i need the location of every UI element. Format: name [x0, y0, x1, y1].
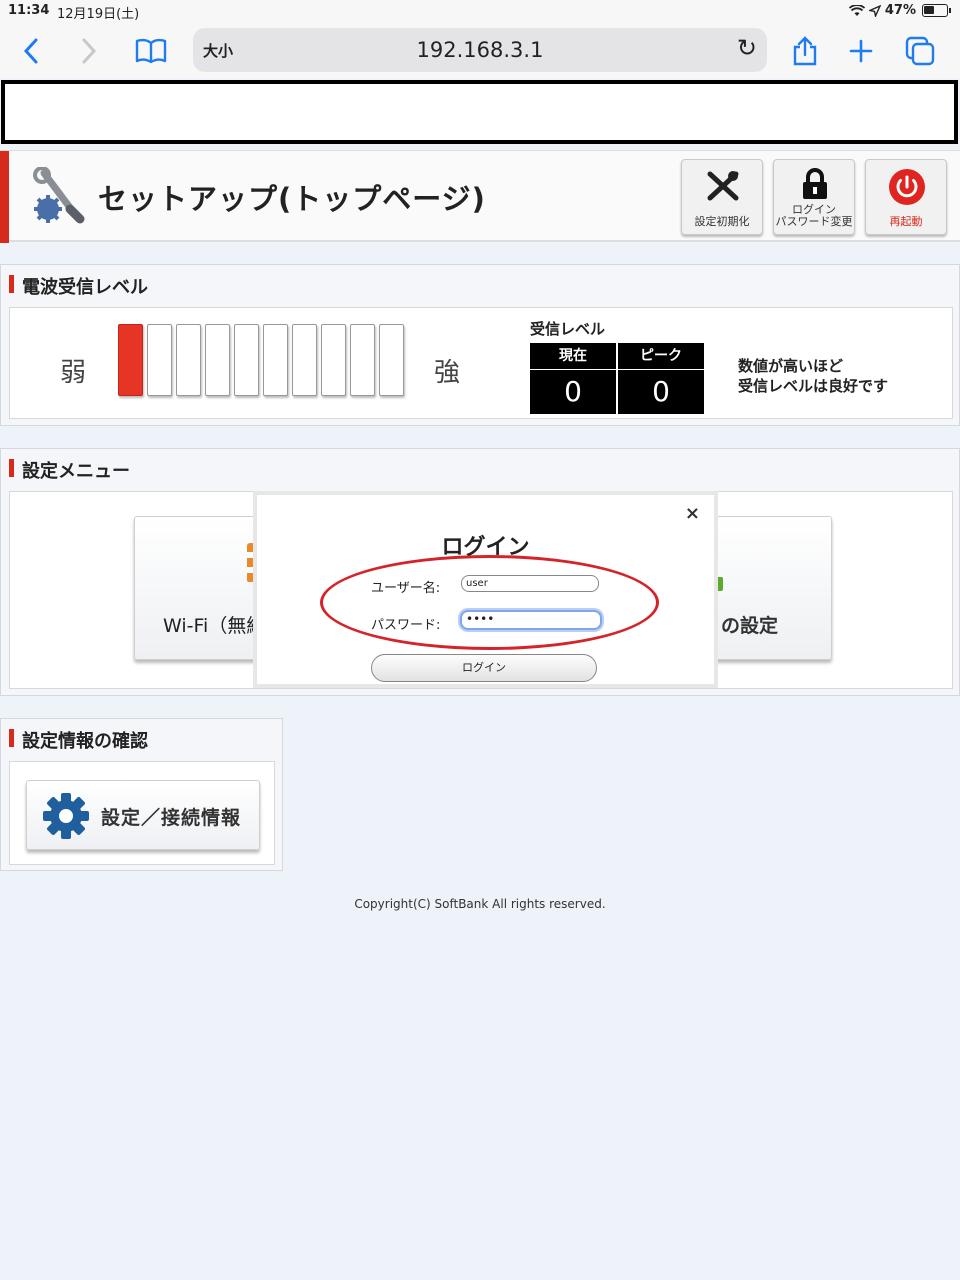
login-button[interactable]: ログイン: [371, 654, 597, 682]
status-date: 12月19日(土): [57, 7, 140, 22]
level-note-line2: 受信レベルは良好です: [738, 377, 889, 395]
url-text[interactable]: 192.168.3.1: [193, 38, 767, 62]
weak-label: 弱: [60, 358, 87, 388]
level-note-line1: 数値が高いほど: [738, 357, 844, 375]
reboot-label: 再起動: [889, 215, 923, 228]
peak-header: ピーク: [618, 343, 704, 369]
blank-banner: [1, 80, 958, 144]
status-right: 47%: [848, 3, 951, 18]
signal-bar: [321, 324, 346, 396]
bookmarks-button[interactable]: [134, 34, 168, 68]
tools-icon: [707, 171, 739, 201]
setup-tools-icon: [33, 167, 85, 224]
status-bar: 11:34 12月19日(土) 47%: [0, 0, 960, 24]
status-time: 11:34: [8, 3, 50, 18]
signal-bars: [118, 324, 404, 396]
page-header: セットアップ(トップページ) 設定初期化 ログイン パスワード変更 再起動: [0, 150, 960, 243]
confirm-panel-title: 設定情報の確認: [9, 727, 148, 753]
lock-icon: [803, 168, 827, 199]
current-value: 0: [530, 370, 616, 414]
tabs-icon: [905, 36, 935, 66]
settings-menu-title: 設定メニュー: [9, 457, 130, 483]
confirm-panel: 設定情報の確認 設定／接続情報: [0, 718, 283, 871]
signal-bar: [205, 324, 230, 396]
book-icon: [135, 38, 167, 64]
level-title: 受信レベル: [530, 320, 606, 338]
signal-bar: [234, 324, 259, 396]
battery-icon: [922, 4, 951, 17]
reload-icon[interactable]: ↻: [737, 34, 757, 62]
level-note: 数値が高いほど 受信レベルは良好です: [738, 356, 888, 396]
signal-bar: [350, 324, 375, 396]
location-icon: [868, 4, 881, 17]
signal-bar: [118, 324, 143, 396]
confirm-panel-body: 設定／接続情報: [9, 761, 275, 865]
login-password-change-label: ログイン パスワード変更: [775, 203, 853, 228]
signal-bar: [147, 324, 172, 396]
connection-info-button[interactable]: 設定／接続情報: [26, 780, 260, 850]
power-icon: [889, 169, 925, 205]
signal-bar: [263, 324, 288, 396]
login-password-change-button[interactable]: ログイン パスワード変更: [773, 159, 855, 235]
chevron-left-icon: [23, 38, 38, 64]
browser-toolbar: 大小 192.168.3.1 ↻: [0, 24, 960, 78]
factory-reset-button[interactable]: 設定初期化: [681, 159, 763, 235]
strong-label: 強: [434, 358, 461, 388]
signal-bar: [292, 324, 317, 396]
plus-icon: [849, 39, 873, 63]
connection-info-label: 設定／接続情報: [101, 807, 242, 829]
other-settings-label: の設定: [721, 615, 779, 637]
reboot-button[interactable]: 再起動: [865, 159, 947, 235]
close-icon[interactable]: ×: [685, 503, 700, 524]
copyright-text: Copyright(C) SoftBank All rights reserve…: [354, 897, 606, 911]
signal-panel-title: 電波受信レベル: [9, 273, 148, 299]
factory-reset-label: 設定初期化: [694, 215, 750, 228]
gear-icon: [43, 793, 89, 839]
current-header: 現在: [530, 343, 616, 369]
new-tab-button[interactable]: [844, 34, 878, 68]
forward-button[interactable]: [72, 34, 106, 68]
header-accent: [0, 151, 9, 243]
signal-bar: [379, 324, 404, 396]
wifi-settings-label: Wi-Fi（無線: [163, 615, 266, 637]
back-button[interactable]: [14, 34, 48, 68]
wifi-icon: [848, 4, 865, 16]
signal-bar: [176, 324, 201, 396]
address-bar[interactable]: 大小 192.168.3.1 ↻: [193, 28, 767, 72]
tabs-button[interactable]: [903, 34, 937, 68]
signal-panel: 電波受信レベル 弱 強 受信レベル 現在 ピーク 0 0 数値が高いほど 受信レ…: [0, 264, 960, 426]
signal-panel-body: 弱 強 受信レベル 現在 ピーク 0 0 数値が高いほど 受信レベルは良好です: [9, 307, 953, 419]
share-button[interactable]: [788, 34, 822, 68]
battery-percent: 47%: [884, 3, 916, 18]
peak-value: 0: [618, 370, 704, 414]
red-circle-annotation: [320, 555, 659, 650]
share-icon: [793, 36, 817, 66]
chevron-right-icon: [82, 38, 97, 64]
page-title: セットアップ(トップページ): [98, 182, 486, 216]
